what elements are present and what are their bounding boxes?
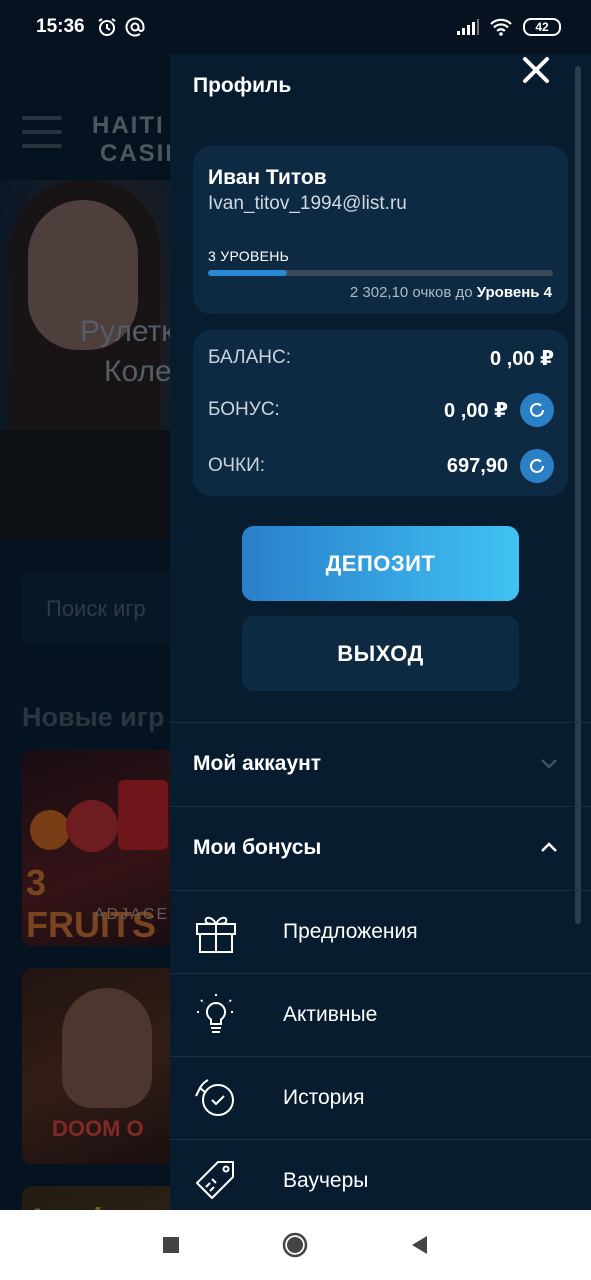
points-row: ОЧКИ: 697,90 xyxy=(208,446,554,486)
balance-card: БАЛАНС: 0 ,00 ₽ БОНУС: 0 ,00 ₽ ОЧКИ: 697… xyxy=(193,330,568,496)
home-icon[interactable] xyxy=(281,1231,309,1259)
profile-name: Иван Титов xyxy=(208,166,327,189)
my-account-title: Мой аккаунт xyxy=(193,752,322,775)
close-icon[interactable] xyxy=(520,54,552,86)
my-account-section[interactable]: Мой аккаунт xyxy=(170,724,591,804)
lightbulb-icon xyxy=(197,994,235,1033)
back-icon[interactable] xyxy=(409,1234,431,1256)
recent-apps-icon[interactable] xyxy=(161,1235,181,1255)
deposit-button[interactable]: ДЕПОЗИТ xyxy=(242,526,519,601)
bonus-menu-history[interactable]: История xyxy=(170,1057,591,1139)
profile-email: Ivan_titov_1994@list.ru xyxy=(208,193,407,214)
refresh-bonus-icon[interactable] xyxy=(520,393,554,427)
balance-row: БАЛАНС: 0 ,00 ₽ xyxy=(208,347,554,370)
bonus-menu-offers[interactable]: Предложения xyxy=(170,891,591,973)
profile-drawer: Профиль Иван Титов Ivan_titov_1994@list.… xyxy=(170,44,591,1210)
my-bonuses-title: Мои бонусы xyxy=(193,836,322,859)
drawer-title: Профиль xyxy=(193,74,292,97)
profile-card: Иван Титов Ivan_titov_1994@list.ru 3 УРО… xyxy=(193,146,568,314)
vouchers-label: Ваучеры xyxy=(283,1169,369,1192)
bonus-menu-vouchers[interactable]: Ваучеры xyxy=(170,1140,591,1210)
logout-button[interactable]: ВЫХОД xyxy=(242,616,519,691)
system-nav-bar xyxy=(0,1210,591,1280)
level-progress-bar xyxy=(208,270,553,276)
points-to-next-level: 2 302,10 очков до Уровень 4 xyxy=(349,284,552,301)
voucher-tag-icon xyxy=(196,1161,234,1199)
points-value: 697,90 xyxy=(446,454,508,477)
chevron-down-icon xyxy=(541,759,557,769)
battery-indicator: 42 xyxy=(523,18,561,36)
chevron-up-icon xyxy=(541,842,557,852)
bonus-menu-active[interactable]: Активные xyxy=(170,974,591,1056)
level-label: 3 УРОВЕНЬ xyxy=(208,248,290,264)
balance-value: 0 ,00 ₽ xyxy=(490,347,554,370)
wifi-icon xyxy=(490,18,512,36)
my-bonuses-section[interactable]: Мои бонусы xyxy=(170,808,591,888)
bonus-value: 0 ,00 ₽ xyxy=(444,399,508,422)
history-label: История xyxy=(283,1086,365,1109)
bonus-row: БОНУС: 0 ,00 ₽ xyxy=(208,390,554,430)
history-clock-icon xyxy=(195,1079,234,1116)
active-label: Активные xyxy=(283,1003,378,1026)
at-sign-icon xyxy=(125,17,145,37)
status-bar: 15:36 42 xyxy=(0,0,591,54)
refresh-points-icon[interactable] xyxy=(520,449,554,483)
offers-label: Предложения xyxy=(283,920,418,943)
status-time: 15:36 xyxy=(36,16,85,37)
gift-icon xyxy=(196,916,236,953)
signal-icon xyxy=(457,19,479,35)
alarm-icon xyxy=(98,18,116,36)
